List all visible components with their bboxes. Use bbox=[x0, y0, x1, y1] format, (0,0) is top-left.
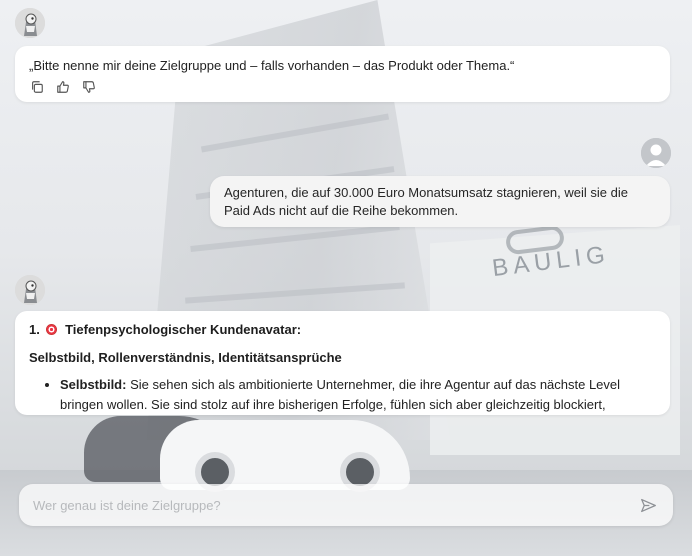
thumbs-down-icon[interactable] bbox=[81, 79, 97, 95]
robot-avatar-icon bbox=[15, 275, 45, 305]
user-message-text: Agenturen, die auf 30.000 Euro Monatsums… bbox=[224, 185, 628, 218]
message-heading: 1. Tiefenpsychologischer Kundenavatar: bbox=[29, 321, 656, 339]
assistant-message: 1. Tiefenpsychologischer Kundenavatar: S… bbox=[15, 311, 670, 415]
user-icon bbox=[641, 138, 671, 168]
assistant-avatar bbox=[15, 8, 45, 38]
user-avatar bbox=[641, 138, 671, 168]
robot-avatar-icon bbox=[15, 8, 45, 38]
user-message: Agenturen, die auf 30.000 Euro Monatsums… bbox=[210, 176, 670, 227]
message-actions bbox=[29, 79, 656, 95]
message-composer bbox=[19, 484, 673, 526]
send-button[interactable] bbox=[637, 494, 659, 516]
chat-input[interactable] bbox=[33, 497, 637, 513]
list-item: Selbstbild: Sie sehen sich als ambitioni… bbox=[60, 375, 656, 415]
send-icon bbox=[640, 498, 656, 512]
copy-icon[interactable] bbox=[29, 79, 45, 95]
assistant-avatar bbox=[15, 275, 45, 305]
bullet-label: Selbstbild: bbox=[60, 377, 127, 392]
bullet-text: Sie sehen sich als ambitionierte Unterne… bbox=[60, 377, 621, 412]
message-subheading: Selbstbild, Rollenverständnis, Identität… bbox=[29, 350, 342, 365]
heading-text: Tiefenpsychologischer Kundenavatar: bbox=[65, 322, 302, 337]
thumbs-up-icon[interactable] bbox=[55, 79, 71, 95]
bullet-list: Selbstbild: Sie sehen sich als ambitioni… bbox=[29, 375, 656, 415]
heading-number: 1. bbox=[29, 322, 40, 337]
target-emoji-icon bbox=[46, 324, 58, 335]
assistant-message: „Bitte nenne mir deine Zielgruppe und – … bbox=[15, 46, 670, 102]
assistant-message-text: „Bitte nenne mir deine Zielgruppe und – … bbox=[29, 58, 515, 73]
